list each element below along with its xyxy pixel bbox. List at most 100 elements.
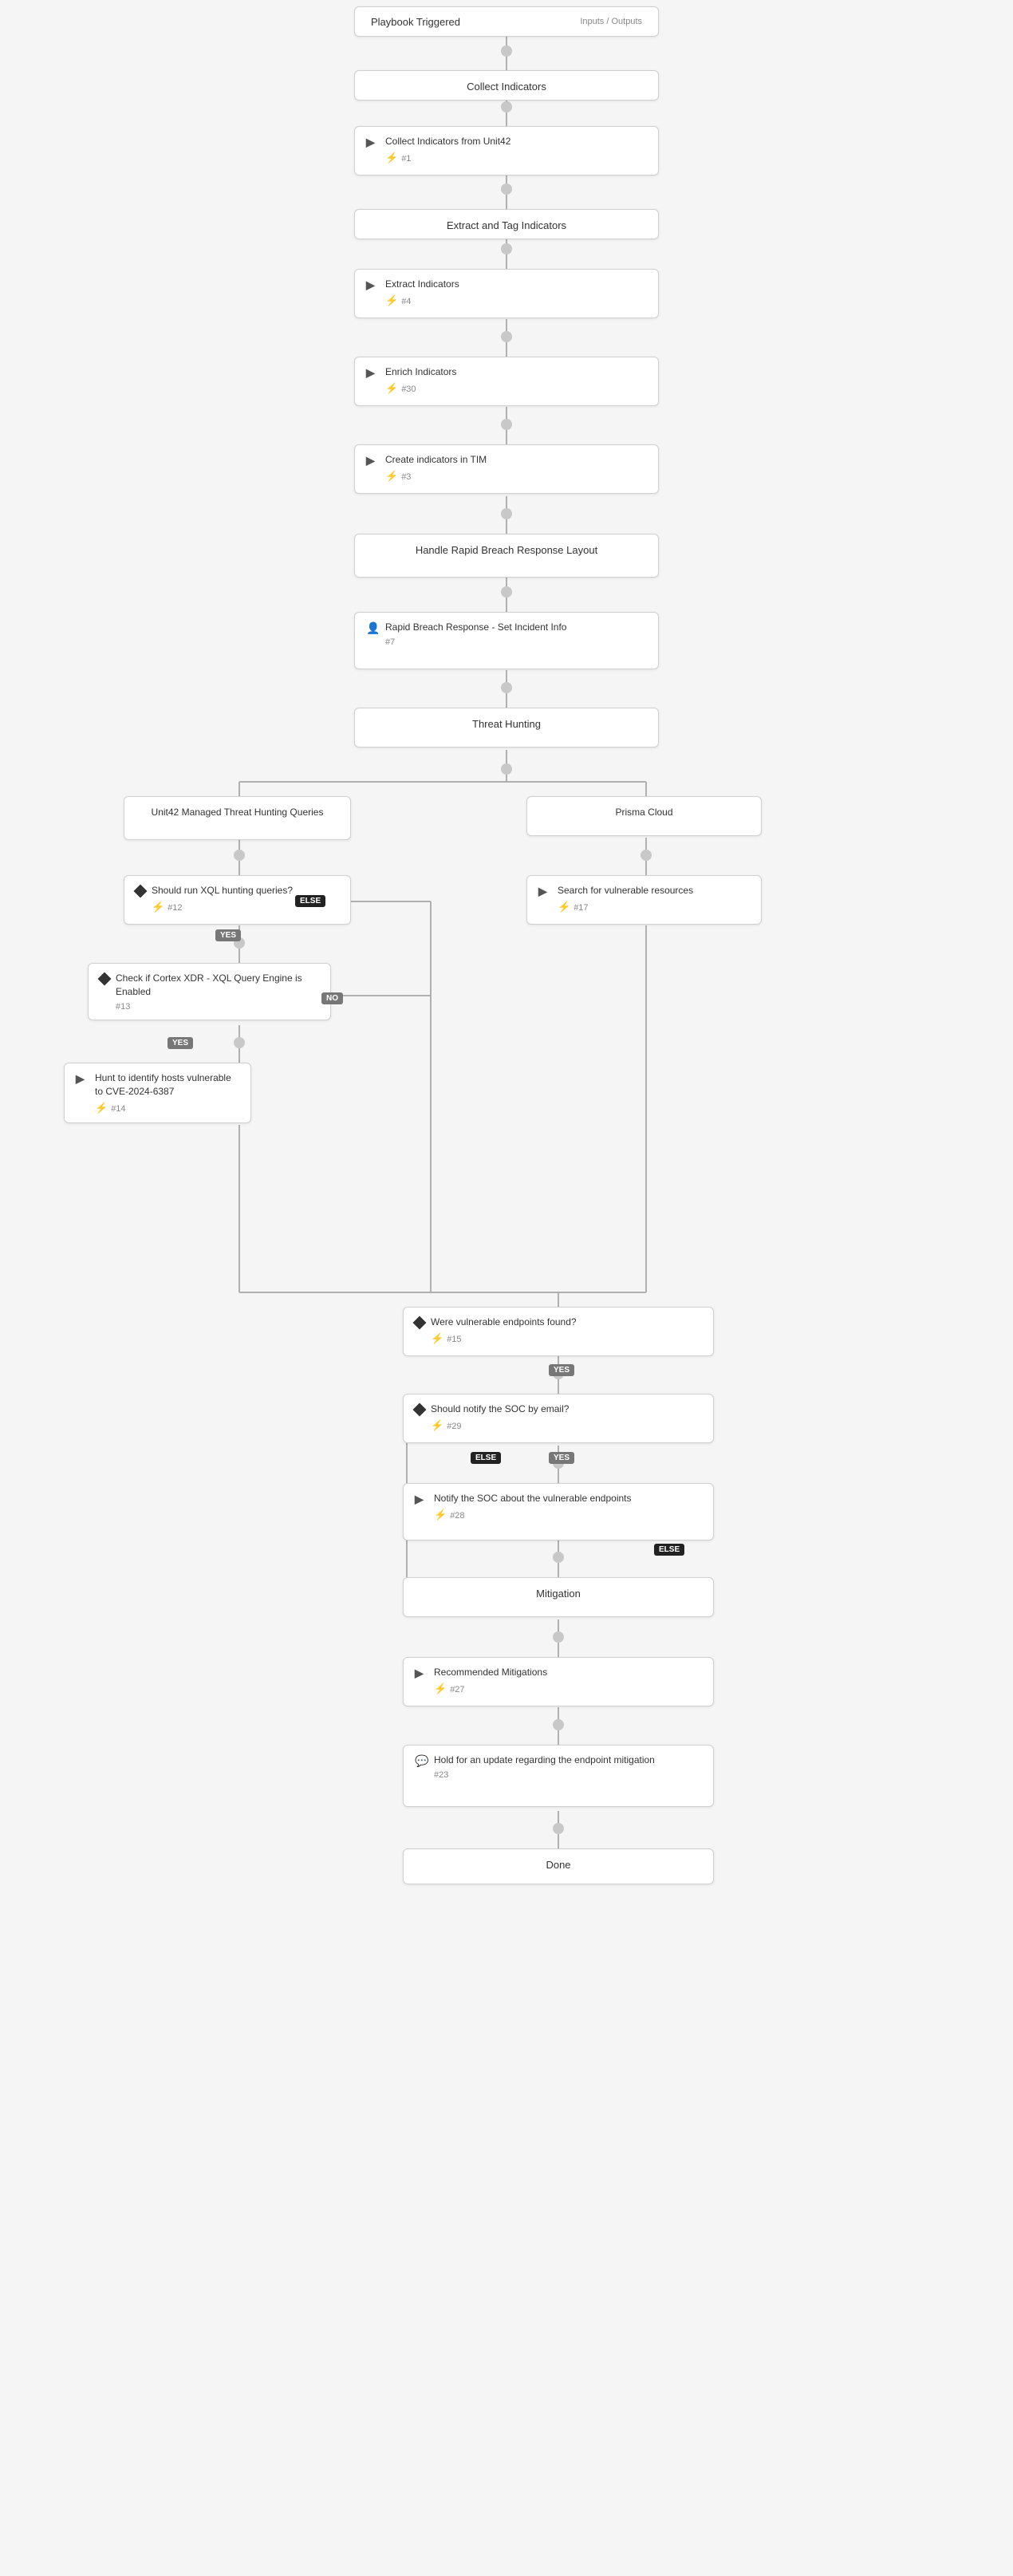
search-vulnerable-content: Search for vulnerable resources ⚡ #17: [558, 884, 750, 913]
notify-soc-bolt: ⚡ #28: [434, 1509, 702, 1521]
search-vulnerable-label: Search for vulnerable resources: [558, 884, 750, 897]
extract-tag-indicators-node[interactable]: Extract and Tag Indicators: [354, 209, 659, 239]
create-tim-number: #3: [401, 472, 411, 482]
arrow-right-icon7: ▶: [415, 1493, 428, 1505]
notify-soc-number: #28: [450, 1511, 464, 1521]
yes-badge-notify: YES: [549, 1452, 574, 1464]
threat-hunting-label: Threat Hunting: [472, 718, 541, 730]
done-node[interactable]: Done: [403, 1848, 714, 1884]
hunt-hosts-bolt: ⚡ #14: [95, 1102, 239, 1114]
handle-rapid-breach-node[interactable]: Handle Rapid Breach Response Layout: [354, 534, 659, 578]
rapid-breach-label: Rapid Breach Response - Set Incident Inf…: [385, 621, 647, 634]
collect-unit42-number: #1: [401, 154, 411, 164]
search-vulnerable-bolt: ⚡ #17: [558, 901, 750, 913]
rapid-breach-number: #7: [385, 637, 647, 647]
else-badge-xql: ELSE: [295, 895, 325, 907]
create-indicators-tim-node[interactable]: ▶ Create indicators in TIM ⚡ #3: [354, 444, 659, 494]
collect-unit42-bolt: ⚡ #1: [385, 152, 647, 164]
create-tim-content: Create indicators in TIM ⚡ #3: [385, 453, 647, 483]
hold-update-label: Hold for an update regarding the endpoin…: [434, 1753, 702, 1767]
hunt-hosts-number: #14: [111, 1104, 125, 1114]
should-notify-bolt: ⚡ #29: [431, 1419, 702, 1432]
check-cortex-number: #13: [116, 1002, 319, 1012]
were-vulnerable-label: Were vulnerable endpoints found?: [431, 1316, 702, 1329]
extract-indicators-node[interactable]: ▶ Extract Indicators ⚡ #4: [354, 269, 659, 318]
yes-badge-vulnerable: YES: [549, 1364, 574, 1376]
extract-indicators-bolt: ⚡ #4: [385, 294, 647, 307]
diamond-icon2: [98, 972, 112, 986]
arrow-right-icon2: ▶: [366, 278, 379, 291]
recommended-bolt: ⚡ #27: [434, 1682, 702, 1695]
arrow-right-icon5: ▶: [538, 885, 551, 897]
rapid-breach-content: Rapid Breach Response - Set Incident Inf…: [385, 621, 647, 647]
enrich-indicators-content: Enrich Indicators ⚡ #30: [385, 365, 647, 395]
search-vulnerable-number: #17: [574, 903, 588, 913]
notify-soc-content: Notify the SOC about the vulnerable endp…: [434, 1492, 702, 1521]
arrow-right-icon6: ▶: [76, 1072, 89, 1085]
extract-indicators-content: Extract Indicators ⚡ #4: [385, 278, 647, 307]
collect-indicators-unit42-node[interactable]: ▶ Collect Indicators from Unit42 ⚡ #1: [354, 126, 659, 176]
recommended-number: #27: [450, 1685, 464, 1694]
notify-soc-node[interactable]: ▶ Notify the SOC about the vulnerable en…: [403, 1483, 714, 1540]
person-icon: 👤: [366, 621, 379, 634]
extract-tag-label: Extract and Tag Indicators: [447, 219, 566, 231]
were-vulnerable-bolt: ⚡ #15: [431, 1332, 702, 1345]
check-cortex-content: Check if Cortex XDR - XQL Query Engine i…: [116, 972, 319, 1012]
unit42-managed-node[interactable]: Unit42 Managed Threat Hunting Queries: [124, 796, 351, 840]
should-notify-number: #29: [447, 1422, 461, 1431]
else-badge-notify-soc-bottom: ELSE: [654, 1544, 684, 1556]
arrow-right-icon3: ▶: [366, 366, 379, 379]
diamond-icon4: [413, 1403, 427, 1417]
extract-indicators-label: Extract Indicators: [385, 278, 647, 291]
were-vulnerable-number: #15: [447, 1335, 461, 1344]
extract-indicators-number: #4: [401, 297, 411, 306]
else-badge-notify: ELSE: [471, 1452, 501, 1464]
hunt-hosts-label: Hunt to identify hosts vulnerable to CVE…: [95, 1071, 239, 1099]
enrich-indicators-bolt: ⚡ #30: [385, 382, 647, 395]
diamond-icon3: [413, 1316, 427, 1330]
yes-badge-cortex: YES: [168, 1037, 193, 1049]
hold-update-node[interactable]: 💬 Hold for an update regarding the endpo…: [403, 1745, 714, 1807]
should-notify-content: Should notify the SOC by email? ⚡ #29: [431, 1402, 702, 1432]
yes-badge-xql: YES: [215, 929, 241, 941]
check-cortex-xdr-node[interactable]: Check if Cortex XDR - XQL Query Engine i…: [88, 963, 331, 1020]
unit42-managed-label: Unit42 Managed Threat Hunting Queries: [152, 807, 324, 818]
were-vulnerable-content: Were vulnerable endpoints found? ⚡ #15: [431, 1316, 702, 1345]
recommended-content: Recommended Mitigations ⚡ #27: [434, 1666, 702, 1695]
diamond-icon: [134, 885, 148, 898]
threat-hunting-node[interactable]: Threat Hunting: [354, 708, 659, 748]
should-notify-soc-node[interactable]: Should notify the SOC by email? ⚡ #29: [403, 1394, 714, 1443]
collect-unit42-content: Collect Indicators from Unit42 ⚡ #1: [385, 135, 647, 164]
flowchart-canvas: Playbook Triggered Inputs / Outputs Coll…: [0, 0, 1013, 2576]
arrow-right-icon: ▶: [366, 136, 379, 148]
hunt-identify-hosts-node[interactable]: ▶ Hunt to identify hosts vulnerable to C…: [64, 1063, 251, 1123]
create-tim-bolt: ⚡ #3: [385, 470, 647, 483]
collect-indicators-node[interactable]: Collect Indicators: [354, 70, 659, 101]
arrow-right-icon4: ▶: [366, 454, 379, 467]
inputs-outputs-label[interactable]: Inputs / Outputs: [580, 17, 642, 26]
were-vulnerable-found-node[interactable]: Were vulnerable endpoints found? ⚡ #15: [403, 1307, 714, 1356]
notify-soc-label: Notify the SOC about the vulnerable endp…: [434, 1492, 702, 1505]
recommended-mitigations-node[interactable]: ▶ Recommended Mitigations ⚡ #27: [403, 1657, 714, 1706]
playbook-triggered-node[interactable]: Playbook Triggered Inputs / Outputs: [354, 6, 659, 37]
prisma-cloud-node[interactable]: Prisma Cloud: [526, 796, 762, 836]
enrich-indicators-label: Enrich Indicators: [385, 365, 647, 379]
arrow-right-icon8: ▶: [415, 1667, 428, 1679]
done-label: Done: [546, 1859, 570, 1871]
playbook-triggered-label: Playbook Triggered: [371, 16, 460, 28]
mitigation-label: Mitigation: [536, 1588, 581, 1600]
collect-indicators-label: Collect Indicators: [467, 81, 546, 93]
check-cortex-label: Check if Cortex XDR - XQL Query Engine i…: [116, 972, 319, 999]
should-run-xql-number: #12: [168, 903, 182, 913]
recommended-label: Recommended Mitigations: [434, 1666, 702, 1679]
mitigation-node[interactable]: Mitigation: [403, 1577, 714, 1617]
search-vulnerable-node[interactable]: ▶ Search for vulnerable resources ⚡ #17: [526, 875, 762, 925]
rapid-breach-set-incident-node[interactable]: 👤 Rapid Breach Response - Set Incident I…: [354, 612, 659, 669]
no-badge-cortex: NO: [321, 992, 343, 1004]
hold-update-number: #23: [434, 1770, 702, 1780]
enrich-indicators-node[interactable]: ▶ Enrich Indicators ⚡ #30: [354, 357, 659, 406]
enrich-indicators-number: #30: [401, 385, 416, 394]
prisma-cloud-label: Prisma Cloud: [615, 807, 672, 818]
chat-icon: 💬: [415, 1754, 428, 1767]
handle-rapid-breach-label: Handle Rapid Breach Response Layout: [416, 544, 597, 556]
